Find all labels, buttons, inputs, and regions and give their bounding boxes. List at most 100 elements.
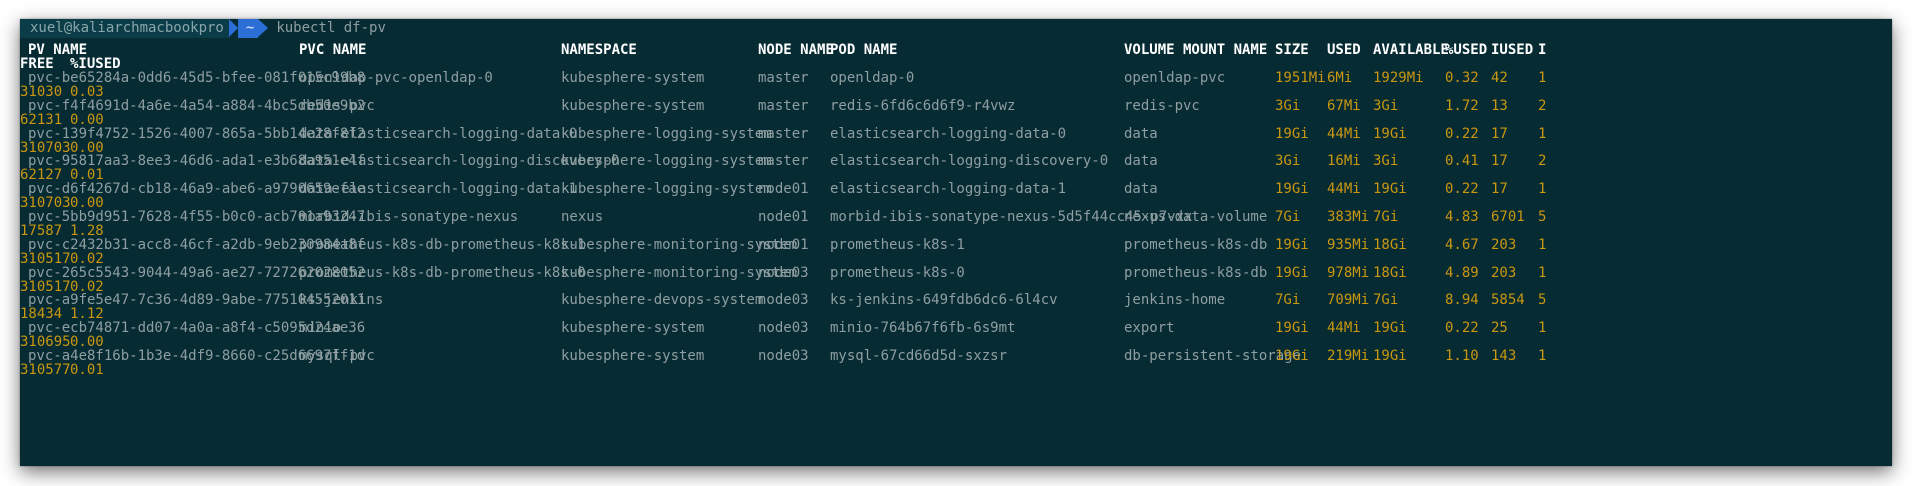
table-cell-ifree: 310577 <box>20 362 71 378</box>
table-cell-node: master <box>758 70 809 86</box>
table-cell-ns: nexus <box>561 209 604 225</box>
table-cell-pod: redis-6fd6c6d6f9-r4vwz <box>830 98 1016 114</box>
table-cell-node: node01 <box>758 237 809 253</box>
table-cell-node: node01 <box>758 181 809 197</box>
table-cell-mount: export <box>1124 320 1175 336</box>
table-cell-ifree_start: 2 <box>1538 98 1547 114</box>
column-header: POD NAME <box>830 42 898 58</box>
table-cell-used: 935Mi <box>1327 237 1370 253</box>
table-cell-avail: 18Gi <box>1373 265 1407 281</box>
table-cell-iused: 17 <box>1491 126 1508 142</box>
table-cell-used: 6Mi <box>1327 70 1353 86</box>
table-cell-size: 7Gi <box>1275 292 1301 308</box>
table-cell-node: node01 <box>758 209 809 225</box>
table-cell-ns: kubesphere-logging-system <box>561 126 772 142</box>
table-cell-pct: 4.83 <box>1445 209 1479 225</box>
table-cell-pct: 4.67 <box>1445 237 1479 253</box>
table-cell-used: 978Mi <box>1327 265 1370 281</box>
table-cell-mount: nexus-data-volume <box>1124 209 1268 225</box>
table-cell-pct: 1.72 <box>1445 98 1479 114</box>
table-cell-size: 19Gi <box>1275 348 1309 364</box>
column-header: I <box>1538 42 1547 58</box>
table-cell-used: 219Mi <box>1327 348 1370 364</box>
column-header: PVC NAME <box>299 42 367 58</box>
table-cell-pct: 0.22 <box>1445 320 1479 336</box>
table-cell-pvc: ks-jenkins <box>299 292 384 308</box>
table-cell-ifree_start: 1 <box>1538 237 1547 253</box>
table-cell-pod: elasticsearch-logging-discovery-0 <box>830 153 1109 169</box>
column-header: NODE NAME <box>758 42 834 58</box>
table-cell-pvc: data-elasticsearch-logging-data-1 <box>299 181 578 197</box>
table-cell-used: 709Mi <box>1327 292 1370 308</box>
table-cell-used: 44Mi <box>1327 320 1361 336</box>
table-cell-mount: data <box>1124 181 1158 197</box>
table-cell-pod: ks-jenkins-649fdb6dc6-6l4cv <box>830 292 1058 308</box>
table-cell-pvc: mysql-pvc <box>299 348 375 364</box>
table-cell-ifree_start: 1 <box>1538 265 1547 281</box>
table-cell-node: node03 <box>758 320 809 336</box>
table-cell-ns: kubesphere-system <box>561 348 705 364</box>
table-cell-pct: 0.22 <box>1445 181 1479 197</box>
terminal-window[interactable]: xuel@kaliarchmacbookpro ~ kubectl df-pv … <box>20 19 1892 466</box>
table-cell-pct: 0.41 <box>1445 153 1479 169</box>
command-text: kubectl df-pv <box>276 20 386 36</box>
table-cell-ifree_start: 5 <box>1538 292 1547 308</box>
table-cell-mount: prometheus-k8s-db <box>1124 237 1268 253</box>
table-cell-avail: 3Gi <box>1373 98 1399 114</box>
table-cell-ifree_start: 1 <box>1538 126 1547 142</box>
table-cell-iused: 5854 <box>1491 292 1525 308</box>
column-header: AVAILABLE <box>1373 42 1449 58</box>
table-cell-used: 67Mi <box>1327 98 1361 114</box>
table-cell-ifree_start: 1 <box>1538 320 1547 336</box>
shell-prompt: xuel@kaliarchmacbookpro ~ kubectl df-pv <box>20 19 386 38</box>
table-cell-pctiused: 0.01 <box>70 362 104 378</box>
table-cell-avail: 19Gi <box>1373 348 1407 364</box>
table-cell-ifree_start: 2 <box>1538 153 1547 169</box>
table-cell-avail: 19Gi <box>1373 181 1407 197</box>
table-cell-mount: jenkins-home <box>1124 292 1226 308</box>
table-cell-ifree_start: 1 <box>1538 348 1547 364</box>
table-cell-iused: 17 <box>1491 181 1508 197</box>
table-cell-pct: 0.22 <box>1445 126 1479 142</box>
column-header: %USED <box>1445 42 1488 58</box>
column-header: IUSED <box>1491 42 1534 58</box>
prompt-user-host: xuel@kaliarchmacbookpro <box>20 19 230 38</box>
table-cell-pod: mysql-67cd66d5d-sxzsr <box>830 348 1008 364</box>
table-cell-mount: redis-pvc <box>1124 98 1200 114</box>
table-cell-size: 3Gi <box>1275 98 1301 114</box>
table-cell-avail: 7Gi <box>1373 209 1399 225</box>
table-cell-avail: 19Gi <box>1373 320 1407 336</box>
table-cell-pvc: redis-pvc <box>299 98 375 114</box>
prompt-arrow-icon <box>258 19 269 37</box>
table-cell-pod: openldap-0 <box>830 70 915 86</box>
table-cell-pod: elasticsearch-logging-data-1 <box>830 181 1067 197</box>
table-cell-node: node03 <box>758 265 809 281</box>
table-cell-iused: 203 <box>1491 237 1517 253</box>
table-cell-avail: 18Gi <box>1373 237 1407 253</box>
table-cell-pct: 8.94 <box>1445 292 1479 308</box>
table-cell-node: master <box>758 98 809 114</box>
table-cell-mount: data <box>1124 126 1158 142</box>
table-cell-pct: 0.32 <box>1445 70 1479 86</box>
table-cell-used: 44Mi <box>1327 181 1361 197</box>
prompt-directory: ~ <box>228 19 259 38</box>
table-cell-ns: kubesphere-devops-system <box>561 292 764 308</box>
table-cell-pvc: data-elasticsearch-logging-data-0 <box>299 126 578 142</box>
table-cell-pod: prometheus-k8s-0 <box>830 265 965 281</box>
table-cell-ns: kubesphere-system <box>561 98 705 114</box>
column-header: SIZE <box>1275 42 1309 58</box>
table-cell-used: 44Mi <box>1327 126 1361 142</box>
table-cell-mount: prometheus-k8s-db <box>1124 265 1268 281</box>
table-cell-iused: 6701 <box>1491 209 1525 225</box>
column-header: NAMESPACE <box>561 42 637 58</box>
table-cell-used: 16Mi <box>1327 153 1361 169</box>
table-cell-iused: 203 <box>1491 265 1517 281</box>
table-cell-used: 383Mi <box>1327 209 1370 225</box>
table-cell-ns: kubesphere-logging-system <box>561 153 772 169</box>
table-cell-pvc: minio <box>299 320 342 336</box>
table-cell-pct: 4.89 <box>1445 265 1479 281</box>
table-cell-iused: 143 <box>1491 348 1517 364</box>
table-cell-avail: 7Gi <box>1373 292 1399 308</box>
table-cell-iused: 17 <box>1491 153 1508 169</box>
table-cell-pvc: prometheus-k8s-db-prometheus-k8s-0 <box>299 265 586 281</box>
